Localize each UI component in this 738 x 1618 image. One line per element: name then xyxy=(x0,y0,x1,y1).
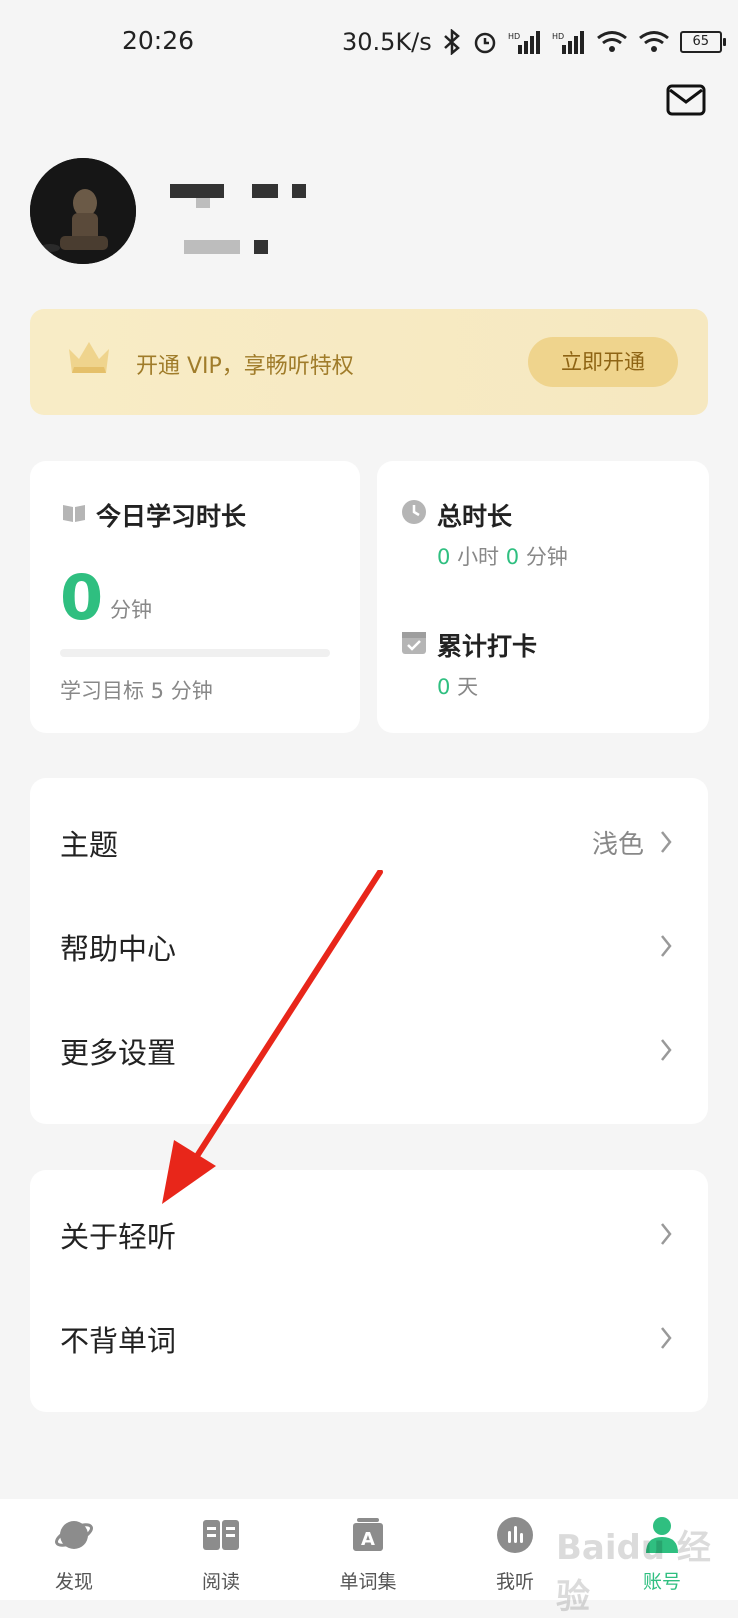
wifi-icon xyxy=(596,31,627,52)
tab-label: 阅读 xyxy=(201,1571,240,1593)
planet-icon xyxy=(55,1521,93,1549)
menu-item-label: 不背单词 xyxy=(60,1324,177,1358)
menu-item-label: 关于轻听 xyxy=(60,1220,177,1254)
status-time: 20:26 xyxy=(122,26,195,55)
bluetooth-icon xyxy=(443,29,460,55)
chevron-right-icon xyxy=(661,1039,672,1061)
svg-text:A: A xyxy=(361,1529,375,1550)
crown-icon xyxy=(69,342,109,373)
menu-item-more-settings[interactable]: 更多设置 xyxy=(30,1000,708,1104)
signal-icon-2: HD xyxy=(552,31,584,54)
mail-icon[interactable] xyxy=(666,84,706,116)
status-icons: 30.5K/s HD HD 65 xyxy=(342,26,726,58)
study-goal: 学习目标 5 分钟 xyxy=(60,679,213,703)
svg-text:HD: HD xyxy=(552,32,564,41)
calendar-check-icon xyxy=(402,632,426,654)
vip-open-button[interactable]: 立即开通 xyxy=(528,337,678,387)
chevron-right-icon xyxy=(661,1327,672,1349)
total-minutes: 0 xyxy=(505,545,520,569)
theme-value: 浅色 xyxy=(591,830,644,860)
alarm-icon xyxy=(474,32,496,54)
chevron-right-icon xyxy=(661,935,672,957)
menu-item-about[interactable]: 关于轻听 xyxy=(30,1184,708,1288)
today-study-unit: 分钟 xyxy=(110,598,152,622)
tab-word-collection[interactable]: A 单词集 xyxy=(308,1499,428,1600)
total-stats-card[interactable]: 总时长 0 小时 0 分钟 累计打卡 0 天 xyxy=(377,461,709,733)
vip-promo-text: 开通 VIP，享畅听特权 xyxy=(136,354,354,379)
menu-item-label: 主题 xyxy=(60,828,119,862)
clock-icon xyxy=(402,500,426,524)
battery-level: 65 xyxy=(692,34,710,49)
book-icon xyxy=(63,505,85,522)
checkin-days: 0 xyxy=(437,675,451,699)
settings-menu: 主题 浅色 帮助中心 更多设置 xyxy=(30,778,708,1124)
total-time-title: 总时长 xyxy=(437,502,513,531)
days-unit: 天 xyxy=(457,675,479,699)
checkin-title: 累计打卡 xyxy=(437,632,538,661)
watermark-logo: Baidu 经验 xyxy=(556,1528,711,1617)
checkin-value: 0 天 xyxy=(437,671,478,701)
study-progress-bar xyxy=(60,649,330,657)
tab-discover[interactable]: 发现 xyxy=(14,1499,134,1600)
total-hours: 0 xyxy=(437,545,451,569)
tab-read[interactable]: 阅读 xyxy=(161,1499,281,1600)
menu-item-label: 更多设置 xyxy=(60,1036,177,1070)
hours-unit: 小时 xyxy=(457,545,500,569)
chevron-right-icon xyxy=(661,1223,672,1245)
battery-icon: 65 xyxy=(679,31,726,53)
avatar[interactable] xyxy=(30,158,136,264)
net-speed: 30.5K/s xyxy=(342,28,432,56)
vip-banner[interactable]: 开通 VIP，享畅听特权 立即开通 xyxy=(30,309,708,415)
menu-item-help[interactable]: 帮助中心 xyxy=(30,896,708,1000)
total-time-value: 0 小时 0 分钟 xyxy=(437,541,568,571)
tab-label: 发现 xyxy=(54,1571,93,1593)
about-menu: 关于轻听 不背单词 xyxy=(30,1170,708,1412)
chevron-right-icon xyxy=(661,831,672,853)
audio-bars-icon xyxy=(497,1517,533,1553)
svg-text:HD: HD xyxy=(508,32,520,41)
menu-item-theme[interactable]: 主题 浅色 xyxy=(30,792,708,896)
tab-label: 单词集 xyxy=(339,1571,397,1593)
signal-icon: HD xyxy=(508,31,540,54)
today-study-card[interactable]: 今日学习时长 0 分钟 学习目标 5 分钟 xyxy=(30,461,360,733)
today-study-value: 0 xyxy=(60,561,104,634)
book-icon xyxy=(203,1520,239,1550)
menu-item-bubeidanci[interactable]: 不背单词 xyxy=(30,1288,708,1392)
wifi-icon-2 xyxy=(638,31,669,52)
avatar-image xyxy=(30,158,136,264)
word-book-icon: A xyxy=(353,1518,383,1551)
today-study-title: 今日学习时长 xyxy=(96,502,247,531)
minutes-unit: 分钟 xyxy=(525,545,568,569)
menu-item-label: 帮助中心 xyxy=(60,932,177,966)
